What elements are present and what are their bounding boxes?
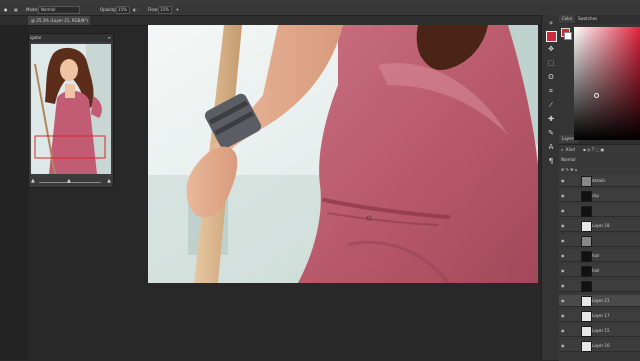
opacity-input[interactable]: 15% [116, 6, 130, 14]
layer-thumbnail [581, 206, 592, 217]
workspace-left-area [0, 25, 28, 360]
blend-row: Normal [559, 155, 640, 164]
layer-name: Layer 17 [592, 313, 610, 318]
lock-row: ⊞ ✎ ✥ ⌂ [559, 165, 640, 174]
layer-thumbnail [581, 341, 592, 352]
navigator-thumbnail[interactable] [31, 44, 111, 175]
blend-mode-select[interactable]: Normal [561, 155, 575, 164]
layer-row[interactable]: ◉ details [559, 175, 640, 187]
layer-thumbnail [581, 296, 592, 307]
visibility-eye-icon[interactable]: ◉ [561, 343, 565, 348]
layer-name: Layer 18 [592, 223, 610, 228]
layer-name: hair [592, 268, 600, 273]
visibility-eye-icon[interactable]: ◉ [561, 223, 565, 228]
layer-row[interactable]: ◉ [559, 205, 640, 217]
layer-name: hair [592, 253, 600, 258]
layer-row[interactable]: ◉ [559, 280, 640, 292]
layer-row[interactable]: ◉ Layer 16 [559, 340, 640, 352]
mode-label: Mode: [26, 7, 39, 12]
brush-icon[interactable]: ✎ [547, 129, 555, 137]
visibility-eye-icon[interactable]: ◉ [561, 283, 565, 288]
eyedropper-icon[interactable]: ⁄ [547, 101, 555, 109]
color-picker-handle[interactable] [594, 93, 599, 98]
layer-row[interactable]: ◉ hair [559, 250, 640, 262]
layer-thumbnail [581, 266, 592, 277]
visibility-eye-icon[interactable]: ◉ [561, 298, 565, 303]
layer-thumbnail [581, 221, 592, 232]
foreground-swatch[interactable] [546, 31, 557, 42]
tools-column: » ✥ ⬚ ʘ ⌗ ⁄ ✚ ✎ A ¶ [541, 15, 560, 360]
layer-name: Layer 15 [592, 328, 610, 333]
layers-panel: ⌕ Kind ▪ ◎ T ⬚ ▣ Normal ⊞ ✎ ✥ ⌂ ◉ details… [559, 144, 640, 361]
zoom-in-icon[interactable]: ▲ [107, 178, 111, 184]
layer-name: Layer 21 [592, 298, 610, 303]
opacity-value: 15% [118, 7, 127, 12]
paragraph-icon[interactable]: ¶ [547, 157, 555, 165]
brush-preset-icon[interactable]: ● [4, 4, 8, 15]
visibility-eye-icon[interactable]: ◉ [561, 328, 565, 333]
lock-icons[interactable]: ⊞ ✎ ✥ ⌂ [561, 165, 577, 174]
layer-row[interactable]: ◉ [559, 235, 640, 247]
navigator-panel: igator ≡ ▲ ▲ ▲ [28, 33, 114, 188]
zoom-slider-handle[interactable]: ▲ [67, 178, 71, 184]
visibility-eye-icon[interactable]: ◉ [561, 313, 565, 318]
flow-value: 15% [160, 7, 169, 12]
text-icon[interactable]: A [547, 143, 555, 151]
mode-select[interactable]: Normal [38, 6, 80, 14]
layer-row[interactable]: ◉ clip [559, 190, 640, 202]
navigator-zoom-bar: ▲ ▲ ▲ [29, 177, 113, 187]
panel-menu-icon[interactable]: ≡ [108, 34, 111, 42]
layer-row[interactable]: ◉ Layer 18 [559, 220, 640, 232]
layer-list: ◉ details ◉ clip ◉ ◉ Layer 18 ◉ ◉ hair ◉ hair ◉ ◉ Laye… [559, 175, 640, 361]
visibility-eye-icon[interactable]: ◉ [561, 238, 565, 243]
layer-row[interactable]: ◉ Layer 21 [559, 295, 640, 307]
canvas-artwork[interactable] [148, 25, 538, 283]
navigator-header: igator ≡ [29, 34, 113, 42]
mode-value: Normal [41, 7, 56, 12]
pressure-opacity-icon[interactable]: ◐ [133, 4, 137, 15]
opacity-label: Opacity: [100, 7, 117, 12]
layer-thumbnail [581, 281, 592, 292]
color-background-swatch[interactable] [564, 32, 572, 40]
zoom-out-icon[interactable]: ▲ [31, 178, 35, 184]
layer-filter-row: ⌕ Kind ▪ ◎ T ⬚ ▣ [559, 145, 640, 154]
layer-thumbnail [581, 176, 592, 187]
layer-thumbnail [581, 311, 592, 322]
airbrush-icon[interactable]: ✈ [176, 4, 179, 15]
lasso-icon[interactable]: ʘ [547, 73, 555, 81]
filter-buttons-icon[interactable]: ▪ ◎ T ⬚ ▣ [583, 145, 604, 154]
kind-select[interactable]: Kind [566, 145, 575, 154]
move-icon[interactable]: ✥ [547, 45, 555, 53]
crop-icon[interactable]: ⌗ [547, 87, 555, 95]
layer-thumbnail [581, 251, 592, 262]
document-tab-label: @ 25.3% (Layer 21, RGB/8*) [31, 18, 88, 23]
flow-input[interactable]: 15% [158, 6, 172, 14]
layer-name: Layer 16 [592, 343, 610, 348]
visibility-eye-icon[interactable]: ◉ [561, 193, 565, 198]
flow-label: Flow: [148, 7, 159, 12]
layer-row[interactable]: ◉ hair [559, 265, 640, 277]
tab-color[interactable]: Color [559, 15, 576, 23]
tab-swatches[interactable]: Swatches [575, 15, 600, 23]
visibility-eye-icon[interactable]: ◉ [561, 208, 565, 213]
color-panel-tabs: Color Swatches [559, 15, 640, 24]
heal-icon[interactable]: ✚ [547, 115, 555, 123]
layer-row[interactable]: ◉ Layer 17 [559, 310, 640, 322]
layer-thumbnail [581, 326, 592, 337]
visibility-eye-icon[interactable]: ◉ [561, 178, 565, 183]
collapse-icon[interactable]: » [547, 19, 555, 27]
layer-thumbnail [581, 191, 592, 202]
layer-thumbnail [581, 236, 592, 247]
visibility-eye-icon[interactable]: ◉ [561, 268, 565, 273]
layer-row[interactable]: ◉ Layer 15 [559, 325, 640, 337]
filter-icon[interactable]: ⌕ [561, 145, 563, 154]
navigator-title: igator [30, 35, 42, 40]
color-picker-field[interactable] [574, 27, 640, 140]
visibility-eye-icon[interactable]: ◉ [561, 253, 565, 258]
layer-name: clip [592, 193, 599, 198]
layer-name: details [592, 178, 606, 183]
brush-panel-icon[interactable]: ▦ [14, 4, 18, 15]
document-tab[interactable]: @ 25.3% (Layer 21, RGB/8*) [28, 16, 90, 25]
marquee-icon[interactable]: ⬚ [547, 59, 555, 67]
